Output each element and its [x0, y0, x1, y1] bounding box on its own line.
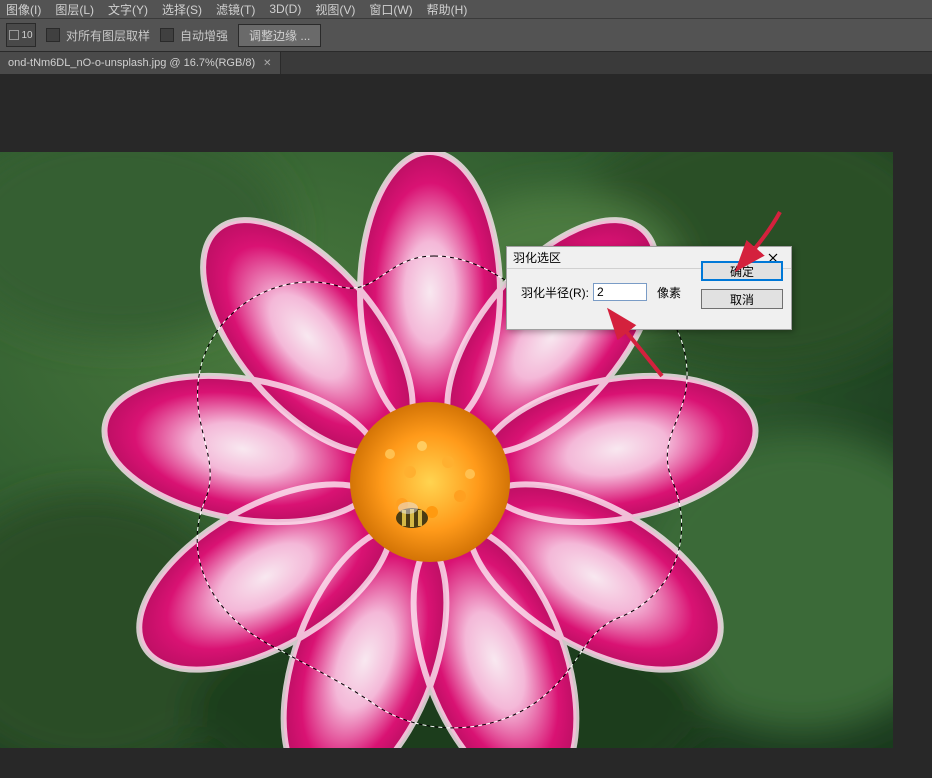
- image-canvas[interactable]: [0, 152, 893, 748]
- tool-sample-size[interactable]: 10: [6, 23, 36, 47]
- menu-select[interactable]: 选择(S): [162, 1, 202, 18]
- feather-radius-label: 羽化半径(R):: [521, 284, 589, 301]
- menu-filter[interactable]: 滤镜(T): [216, 1, 255, 18]
- document-tab-bar: ond-tNm6DL_nO-o-unsplash.jpg @ 16.7%(RGB…: [0, 52, 932, 74]
- pixels-suffix: 像素: [657, 284, 681, 301]
- close-icon[interactable]: ✕: [263, 58, 271, 69]
- ok-button[interactable]: 确定: [701, 261, 783, 281]
- feather-radius-input[interactable]: [593, 283, 647, 301]
- sample-swatch-icon: [9, 30, 19, 40]
- canvas-area: [0, 74, 932, 778]
- menu-3d[interactable]: 3D(D): [269, 2, 301, 16]
- checkbox-sample-all-layers[interactable]: [46, 28, 60, 42]
- dialog-title: 羽化选区: [513, 249, 561, 266]
- sample-size-value: 10: [21, 30, 32, 41]
- cancel-button[interactable]: 取消: [701, 289, 783, 309]
- checkbox-auto-enhance[interactable]: [160, 28, 174, 42]
- menu-window[interactable]: 窗口(W): [369, 1, 412, 18]
- document-tab[interactable]: ond-tNm6DL_nO-o-unsplash.jpg @ 16.7%(RGB…: [0, 52, 281, 74]
- image-content: [0, 152, 893, 748]
- document-tab-label: ond-tNm6DL_nO-o-unsplash.jpg @ 16.7%(RGB…: [8, 57, 255, 69]
- menu-view[interactable]: 视图(V): [315, 1, 355, 18]
- menu-type[interactable]: 文字(Y): [108, 1, 148, 18]
- label-sample-all-layers: 对所有图层取样: [66, 27, 150, 44]
- label-auto-enhance: 自动增强: [180, 27, 228, 44]
- menu-help[interactable]: 帮助(H): [427, 1, 468, 18]
- feather-selection-dialog: 羽化选区 羽化半径(R): 像素 确定 取消: [506, 246, 792, 330]
- menu-layer[interactable]: 图层(L): [55, 1, 94, 18]
- refine-edge-button[interactable]: 调整边缘 ...: [238, 24, 321, 47]
- options-bar: 10 对所有图层取样 自动增强 调整边缘 ...: [0, 18, 932, 52]
- menu-image[interactable]: 图像(I): [6, 1, 41, 18]
- menu-bar: 图像(I) 图层(L) 文字(Y) 选择(S) 滤镜(T) 3D(D) 视图(V…: [0, 0, 932, 18]
